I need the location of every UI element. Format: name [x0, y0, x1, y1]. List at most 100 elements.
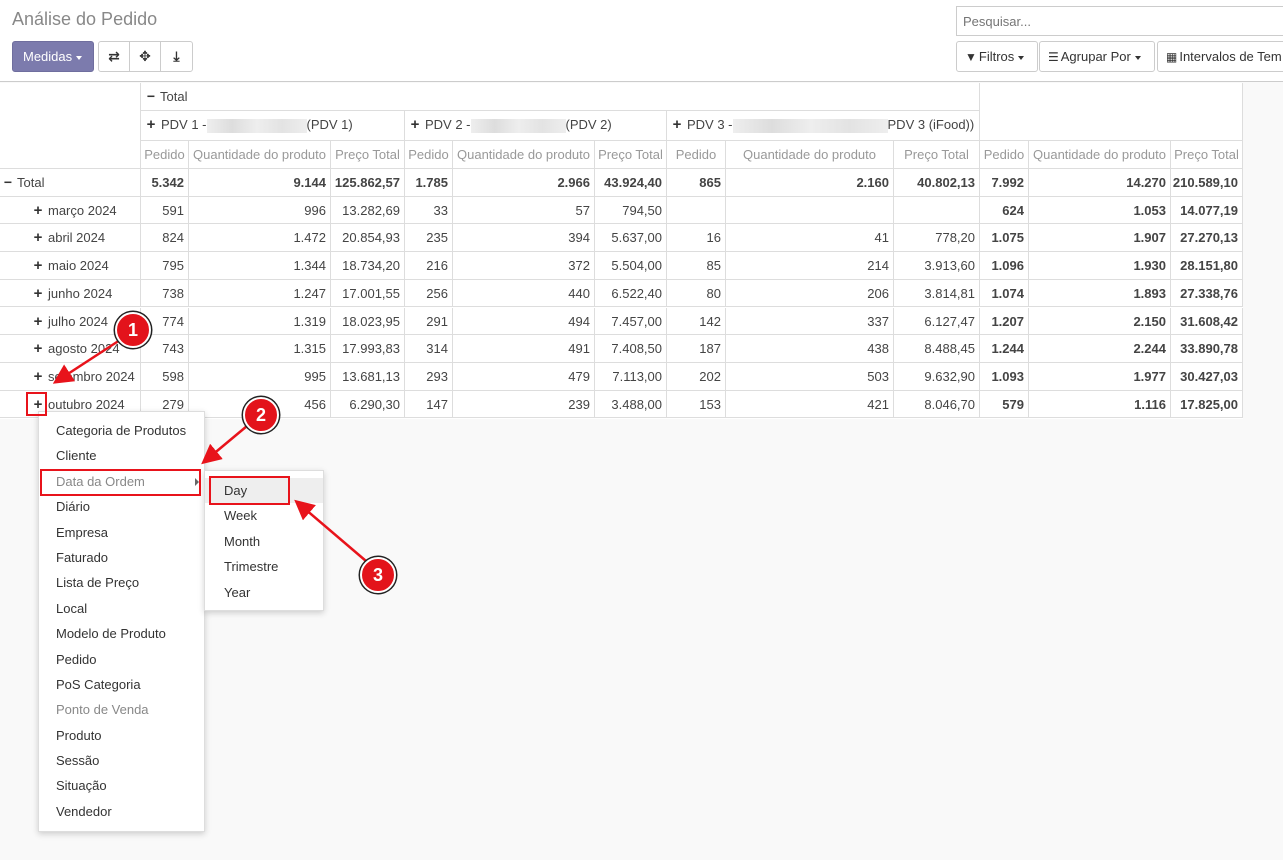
pivot-cell: 202 [667, 362, 726, 391]
pivot-cell: 28.151,80 [1171, 252, 1243, 280]
groupby-option[interactable]: Empresa [39, 520, 204, 545]
measure-header[interactable]: Preço Total [595, 141, 667, 169]
expand-icon[interactable]: + [31, 258, 45, 273]
pivot-cell: 491 [453, 335, 595, 363]
groupby-option-label: Diário [56, 499, 90, 515]
measure-header[interactable]: Quantidade do produto [1029, 141, 1171, 169]
row-header-total[interactable]: − Total [0, 169, 141, 197]
pivot-cell: 40.802,13 [894, 169, 980, 197]
expand-icon[interactable]: + [31, 341, 45, 356]
measure-header[interactable]: Pedido [980, 141, 1029, 169]
flip-axis-icon[interactable]: ⇄ [99, 42, 130, 71]
row-header[interactable]: + abril 2024 [0, 224, 141, 253]
expand-icon[interactable]: + [31, 203, 45, 218]
col-header-pdv-3[interactable]: + PDV 3 - PDV 3 (iFood)) [667, 111, 980, 141]
row-label: agosto 2024 [48, 341, 120, 357]
interval-option[interactable]: Week [205, 503, 323, 528]
groupby-option-label: Sessão [56, 753, 100, 769]
measure-header[interactable]: Pedido [405, 141, 453, 169]
pivot-cell: 421 [726, 390, 894, 419]
pivot-cell: 8.046,70 [894, 390, 980, 419]
groupby-option[interactable]: Ponto de Venda [39, 697, 204, 722]
groupby-option[interactable]: Cliente [39, 443, 204, 468]
intervals-button[interactable]: ▦ Intervalos de Tem [1157, 41, 1283, 72]
groupby-option[interactable]: Sessão [39, 748, 204, 773]
groupby-button[interactable]: ☰ Agrupar Por [1039, 41, 1155, 72]
interval-option[interactable]: Trimestre [205, 554, 323, 579]
search-input[interactable] [956, 6, 1283, 36]
collapse-icon[interactable]: − [145, 89, 157, 103]
groupby-option[interactable]: Categoria de Produtos [39, 418, 204, 443]
pivot-cell: 16 [667, 224, 726, 253]
groupby-option-label: Vendedor [56, 803, 112, 819]
pivot-cell: 13.681,13 [331, 362, 405, 391]
col-header-pdv-1[interactable]: + PDV 1 - (PDV 1) [141, 111, 405, 141]
pivot-cell: 1.053 [1029, 196, 1171, 225]
row-header[interactable]: + março 2024 [0, 196, 141, 225]
measure-header[interactable]: Pedido [141, 141, 189, 169]
groupby-option[interactable]: Lista de Preço [39, 570, 204, 595]
row-header[interactable]: + setembro 2024 [0, 362, 141, 391]
pivot-cell [726, 196, 894, 225]
measure-header[interactable]: Pedido [667, 141, 726, 169]
pivot-cell: 7.408,50 [595, 335, 667, 363]
groupby-option[interactable]: Faturado [39, 545, 204, 570]
pivot-cell: 7.457,00 [595, 307, 667, 336]
interval-option[interactable]: Month [205, 529, 323, 554]
groupby-option[interactable]: Situação [39, 773, 204, 798]
pivot-cell: 795 [141, 252, 189, 280]
caret-down-icon [1134, 55, 1141, 60]
collapse-icon[interactable]: − [2, 175, 14, 189]
measures-button[interactable]: Medidas [12, 41, 94, 72]
expand-icon[interactable]: + [670, 117, 684, 132]
groupby-option[interactable]: Local [39, 596, 204, 621]
groupby-option-label: Categoria de Produtos [56, 423, 187, 438]
pivot-cell: 394 [453, 224, 595, 253]
download-icon[interactable]: ⤓ [161, 42, 192, 71]
measure-header[interactable]: Quantidade do produto [726, 141, 894, 169]
col-header-pdv-2[interactable]: + PDV 2 - (PDV 2) [405, 111, 667, 141]
pivot-cell: 31.608,42 [1171, 307, 1243, 336]
groupby-option[interactable]: Produto [39, 723, 204, 748]
interval-option[interactable]: Year [205, 580, 323, 605]
pivot-cell: 996 [189, 196, 331, 225]
pivot-cell: 13.282,69 [331, 196, 405, 225]
measure-header[interactable]: Quantidade do produto [189, 141, 331, 169]
expand-icon[interactable]: + [31, 314, 45, 329]
groupby-option[interactable]: Diário [39, 494, 204, 519]
redacted-name [732, 118, 888, 133]
groupby-option-label: Modelo de Produto [56, 626, 166, 642]
filter-icon: ▼ [965, 50, 977, 64]
pivot-cell: 7.113,00 [595, 362, 667, 391]
pivot-cell: 142 [667, 307, 726, 336]
pivot-cell: 2.966 [453, 169, 595, 197]
expand-icon[interactable]: + [31, 286, 45, 301]
groupby-option[interactable]: Vendedor [39, 799, 204, 824]
pivot-cell: 206 [726, 279, 894, 308]
pdv-prefix: PDV 1 - [161, 117, 207, 132]
expand-icon[interactable]: + [408, 117, 422, 132]
expand-icon[interactable]: + [144, 117, 158, 132]
groupby-option[interactable]: Modelo de Produto [39, 621, 204, 646]
measure-header[interactable]: Quantidade do produto [453, 141, 595, 169]
filters-button[interactable]: ▼ Filtros [956, 41, 1038, 72]
pivot-cell: 30.427,03 [1171, 362, 1243, 391]
measure-header[interactable]: Preço Total [894, 141, 980, 169]
measure-header[interactable]: Preço Total [331, 141, 405, 169]
pivot-cell: 9.144 [189, 169, 331, 197]
pivot-cell: 1.785 [405, 169, 453, 197]
row-label: abril 2024 [48, 230, 106, 246]
groupby-option[interactable]: Pedido [39, 647, 204, 672]
row-header[interactable]: + junho 2024 [0, 279, 141, 308]
row-header[interactable]: + maio 2024 [0, 252, 141, 280]
expand-icon[interactable]: + [31, 230, 45, 245]
row-label: setembro 2024 [48, 368, 135, 384]
expand-all-icon[interactable]: ✥ [130, 42, 161, 71]
pivot-cell: 3.814,81 [894, 279, 980, 308]
col-header-total[interactable]: − Total [141, 83, 980, 111]
groupby-option[interactable]: PoS Categoria [39, 672, 204, 697]
expand-icon[interactable]: + [31, 369, 45, 384]
measure-header[interactable]: Preço Total [1171, 141, 1243, 169]
pivot-cell: 14.270 [1029, 169, 1171, 197]
pdv-prefix: PDV 2 - [425, 117, 471, 132]
